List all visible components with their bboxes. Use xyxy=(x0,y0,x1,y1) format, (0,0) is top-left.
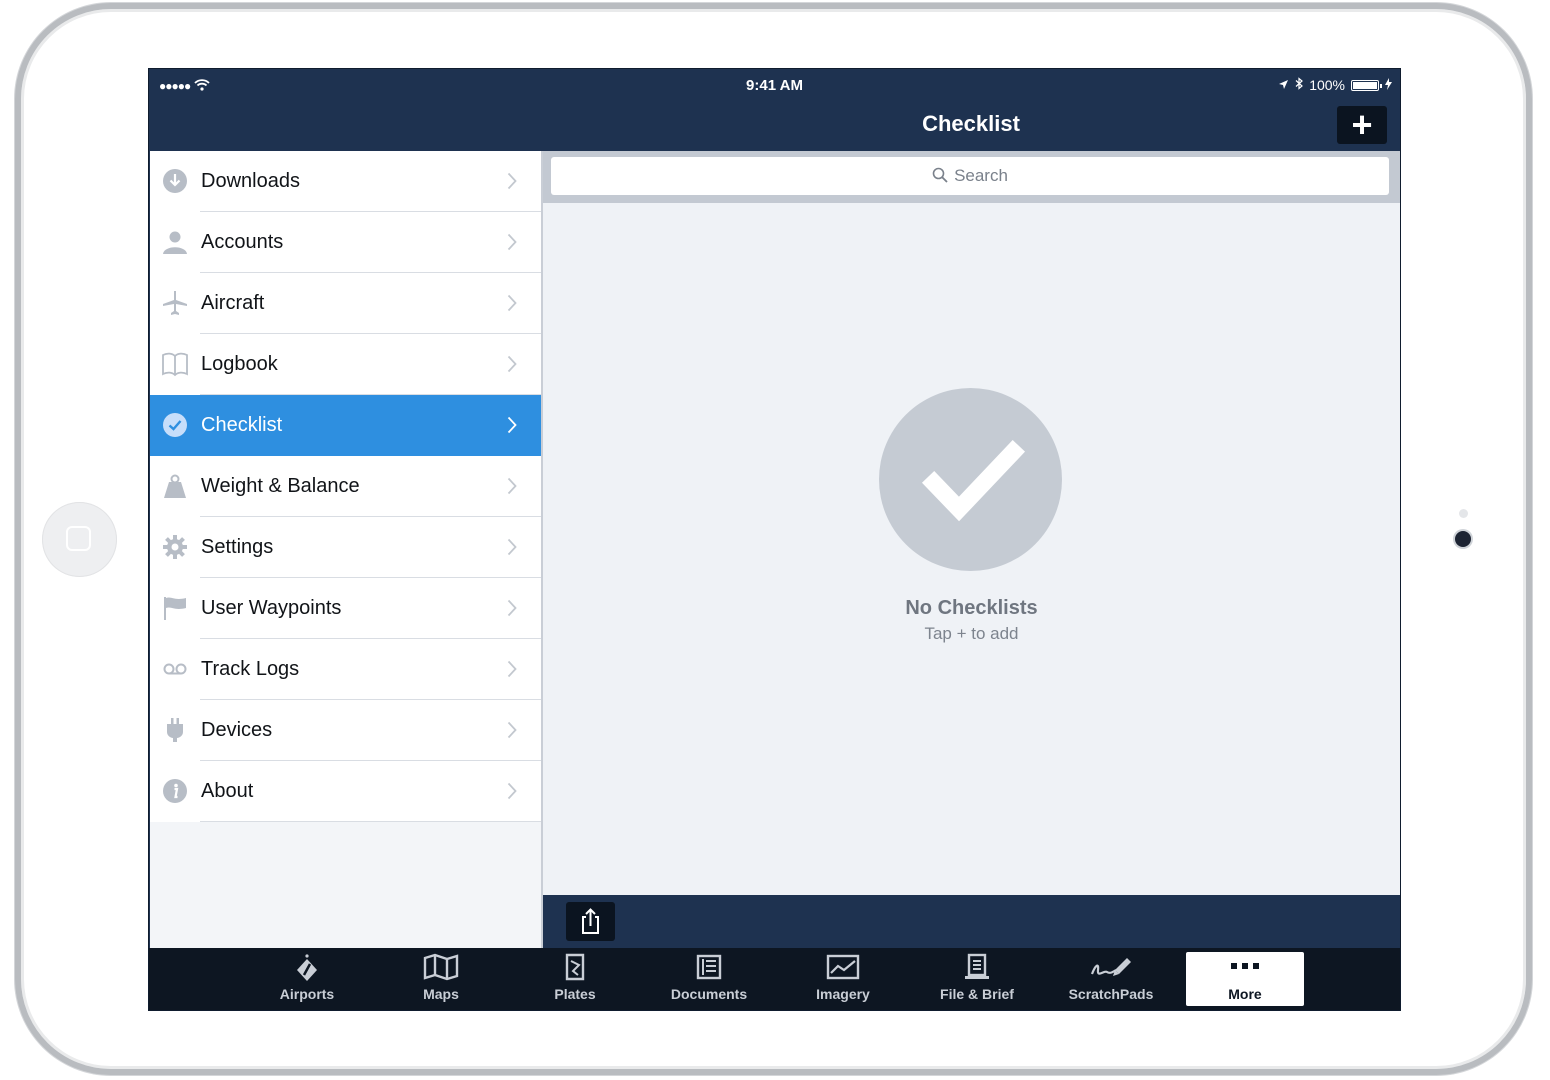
sidebar-item-downloads[interactable]: Downloads xyxy=(150,151,541,212)
sidebar-item-logbook[interactable]: Logbook xyxy=(150,334,541,395)
tab-scratchpads[interactable]: ScratchPads xyxy=(1052,952,1170,1006)
tab-bar: Airports Maps Plates Documents Imagery File &… xyxy=(149,948,1400,1010)
tab-label: File & Brief xyxy=(940,986,1014,1002)
sidebar-item-checklist[interactable]: Checklist xyxy=(150,395,541,456)
tab-imagery[interactable]: Imagery xyxy=(784,952,902,1006)
row-separator xyxy=(200,821,541,822)
tab-maps[interactable]: Maps xyxy=(382,952,500,1006)
sidebar-item-label: Devices xyxy=(201,719,273,741)
chevron-right-icon xyxy=(507,172,517,190)
search-bar: Search xyxy=(543,151,1400,203)
sidebar-item-track-logs[interactable]: Track Logs xyxy=(150,639,541,700)
chevron-right-icon xyxy=(507,721,517,739)
empty-checklist-icon xyxy=(879,388,1062,571)
tab-label: Airports xyxy=(279,986,335,1002)
front-camera xyxy=(1455,531,1471,547)
chevron-right-icon xyxy=(507,233,517,251)
sidebar-item-user-waypoints[interactable]: User Waypoints xyxy=(150,578,541,639)
airplane-icon xyxy=(162,290,188,316)
content-toolbar xyxy=(543,895,1400,948)
status-time: 9:41 AM xyxy=(746,77,803,94)
airports-icon xyxy=(248,952,366,984)
chevron-right-icon xyxy=(507,599,517,617)
tab-label: ScratchPads xyxy=(1068,986,1154,1002)
tab-label: Documents xyxy=(670,986,748,1002)
sidebar-item-label: Downloads xyxy=(201,170,300,192)
battery-percent: 100% xyxy=(1309,77,1345,93)
sidebar-item-settings[interactable]: Settings xyxy=(150,517,541,578)
tab-documents[interactable]: Documents xyxy=(650,952,768,1006)
scratchpad-icon xyxy=(1052,952,1170,984)
download-icon xyxy=(162,168,188,194)
bluetooth-icon xyxy=(1295,77,1304,93)
chevron-right-icon xyxy=(507,416,517,434)
sidebar-item-label: Aircraft xyxy=(201,292,265,314)
sidebar-item-accounts[interactable]: Accounts xyxy=(150,212,541,273)
sidebar-item-label: Track Logs xyxy=(201,658,300,680)
ambient-sensor xyxy=(1459,509,1468,518)
sidebar-item-label: User Waypoints xyxy=(201,597,342,619)
sidebar-item-label: Logbook xyxy=(201,353,278,375)
info-icon xyxy=(162,778,188,804)
empty-state-subtitle: Tap + to add xyxy=(924,624,1019,643)
app-screen: ●●●●● 9:41 AM 100% Checklist + Downloads… xyxy=(148,68,1401,1011)
add-checklist-button[interactable]: + xyxy=(1337,106,1387,144)
gear-icon xyxy=(162,534,188,560)
book-icon xyxy=(162,351,188,377)
chevron-right-icon xyxy=(507,782,517,800)
file-brief-icon xyxy=(918,952,1036,984)
tab-label: Imagery xyxy=(816,986,870,1002)
share-icon xyxy=(582,908,599,934)
tab-airports[interactable]: Airports xyxy=(248,952,366,1006)
search-placeholder: Search xyxy=(954,166,1008,185)
tab-label: Maps xyxy=(423,986,459,1002)
battery-icon xyxy=(1351,79,1382,91)
checklist-content: Search No Checklists Tap + to add xyxy=(543,151,1400,895)
plates-icon xyxy=(516,952,634,984)
check-circle-icon xyxy=(162,412,188,438)
more-icon xyxy=(1186,952,1304,984)
weight-icon xyxy=(162,473,188,499)
sidebar-item-label: Weight & Balance xyxy=(201,475,360,497)
share-button[interactable] xyxy=(566,902,615,941)
imagery-icon xyxy=(784,952,902,984)
chevron-right-icon xyxy=(507,538,517,556)
documents-icon xyxy=(650,952,768,984)
home-button[interactable] xyxy=(42,502,117,577)
sidebar: Downloads Accounts Aircraft Logbook Checklis… xyxy=(150,151,541,948)
search-icon xyxy=(932,167,948,188)
chevron-right-icon xyxy=(507,294,517,312)
chevron-right-icon xyxy=(507,477,517,495)
flag-icon xyxy=(162,595,188,621)
chevron-right-icon xyxy=(507,355,517,373)
sidebar-item-label: Accounts xyxy=(201,231,284,253)
tab-more[interactable]: More xyxy=(1186,952,1304,1006)
sidebar-item-about[interactable]: About xyxy=(150,761,541,822)
sidebar-item-label: About xyxy=(201,780,254,802)
location-arrow-icon xyxy=(1278,77,1289,93)
status-bar: ●●●●● 9:41 AM 100% xyxy=(149,69,1400,103)
sidebar-item-label: Checklist xyxy=(201,414,283,436)
navigation-bar: Checklist + xyxy=(149,103,1400,151)
tab-label: Plates xyxy=(554,986,596,1002)
charging-icon xyxy=(1385,77,1392,93)
page-title: Checklist xyxy=(922,111,1020,136)
sidebar-item-devices[interactable]: Devices xyxy=(150,700,541,761)
sidebar-item-weight-balance[interactable]: Weight & Balance xyxy=(150,456,541,517)
tracklog-icon xyxy=(162,656,188,682)
tab-label: More xyxy=(1228,986,1262,1002)
plug-icon xyxy=(162,717,188,743)
search-input[interactable]: Search xyxy=(551,157,1389,195)
tab-file-brief[interactable]: File & Brief xyxy=(918,952,1036,1006)
tab-plates[interactable]: Plates xyxy=(516,952,634,1006)
sidebar-item-label: Settings xyxy=(201,536,274,558)
empty-state-title: No Checklists xyxy=(905,597,1038,619)
person-icon xyxy=(162,229,188,255)
map-icon xyxy=(382,952,500,984)
sidebar-item-aircraft[interactable]: Aircraft xyxy=(150,273,541,334)
chevron-right-icon xyxy=(507,660,517,678)
